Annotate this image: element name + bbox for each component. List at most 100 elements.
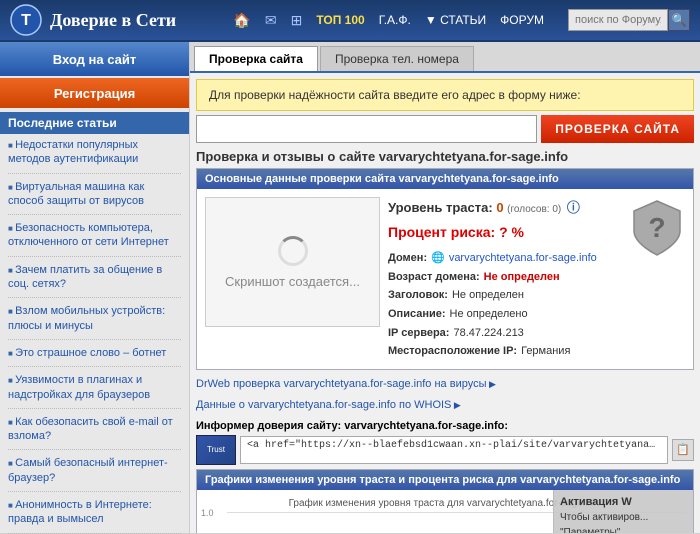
articles-link[interactable]: ▼ СТАТЬИ (425, 13, 486, 27)
percent-value: ? % (499, 224, 524, 240)
sidebar-article-link[interactable]: Как обезопасить свой e-mail от взлома? (8, 415, 181, 444)
trust-label: Уровень траста: (388, 200, 493, 215)
header-label: Заголовок: (388, 286, 448, 305)
nav-links: 🏠 ✉ ⊞ ТОП 100 Г.А.Ф. ▼ СТАТЬИ ФОРУМ 🔍 (233, 9, 690, 31)
graph-header: Графики изменения уровня траста и процен… (197, 470, 693, 490)
location-row: Месторасположение IP: Германия (388, 342, 622, 361)
sidebar-article-link[interactable]: Уязвимости в плагинах и надстройках для … (8, 373, 181, 402)
informer-code: <a href="https://xn--blaefebsd1cwaan.xn-… (240, 436, 668, 464)
main-data-box: Основные данные проверки сайта varvarych… (196, 168, 694, 370)
sidebar-article-item: Виртуальная машина как способ защиты от … (8, 180, 181, 216)
age-label: Возраст домена: (388, 268, 480, 287)
domain-row: Домен: 🌐 varvarychtetyana.for-sage.info (388, 249, 622, 268)
search-input[interactable] (568, 9, 668, 31)
activation-overlay: Активация W Чтобы активиров... "Параметр… (553, 490, 693, 533)
sidebar-article-item: Это страшное слово – ботнет (8, 346, 181, 367)
copy-icon[interactable]: 📋 (672, 439, 694, 461)
location-value: Германия (521, 342, 570, 361)
top100-link[interactable]: ТОП 100 (316, 13, 364, 27)
activation-text: Чтобы активиров... (560, 512, 687, 523)
header-value: Не определен (452, 286, 524, 305)
sidebar-article-link[interactable]: Взлом мобильных устройств: плюсы и минус… (8, 304, 181, 333)
tab-check-site[interactable]: Проверка сайта (194, 46, 318, 71)
trust-value: 0 (496, 200, 503, 215)
grid-icon[interactable]: ⊞ (291, 12, 303, 29)
sidebar-article-item: Недостатки популярных методов аутентифик… (8, 138, 181, 174)
graph-svg (227, 513, 527, 533)
links-section: DrWeb проверка varvarychtetyana.for-sage… (196, 374, 694, 416)
ip-value: 78.47.224.213 (453, 324, 523, 343)
sidebar-article-link[interactable]: Недостатки популярных методов аутентифик… (8, 138, 181, 167)
screenshot-area: Скриншот создается... (205, 197, 380, 327)
informer-box: Trust <a href="https://xn--blaefebsd1cwa… (196, 435, 694, 465)
data-box-header: Основные данные проверки сайта varvarych… (197, 169, 693, 189)
content-area: Проверка сайта Проверка тел. номера Для … (190, 42, 700, 533)
url-input[interactable] (196, 115, 537, 143)
sidebar-article-link[interactable]: Анонимность в Интернете: правда и вымысе… (8, 498, 181, 527)
search-button[interactable]: 🔍 (668, 9, 690, 31)
sidebar-article-link[interactable]: Самый безопасный интернет-браузер? (8, 456, 181, 485)
url-input-row: ПРОВЕРКА САЙТА (196, 115, 694, 143)
tabs: Проверка сайта Проверка тел. номера (190, 42, 700, 73)
desc-value: Не определено (450, 305, 528, 324)
info-panel: Уровень траста: 0 (голосов: 0) ⓘ Процент… (388, 197, 622, 361)
graph-section: Графики изменения уровня траста и процен… (196, 469, 694, 533)
age-value: Не определен (484, 268, 560, 287)
sidebar-article-item: Самый безопасный интернет-браузер? (8, 456, 181, 492)
sidebar-article-link[interactable]: Это страшное слово – ботнет (8, 346, 181, 360)
header: T Доверие в Сети 🏠 ✉ ⊞ ТОП 100 Г.А.Ф. ▼ … (0, 0, 700, 42)
mail-icon[interactable]: ✉ (265, 12, 277, 29)
logo-text: Доверие в Сети (50, 10, 176, 31)
sidebar-article-link[interactable]: Зачем платить за общение в соц. сетях? (8, 263, 181, 292)
informer-section: Информер доверия сайту: varvarychtetyana… (196, 420, 694, 465)
svg-text:T: T (21, 12, 31, 29)
whois-link[interactable]: Данные о varvarychtetyana.for-sage.info … (196, 399, 461, 411)
trust-level-row: Уровень траста: 0 (голосов: 0) ⓘ (388, 197, 622, 219)
activation-title: Активация W (560, 496, 687, 508)
sidebar-article-item: Как обезопасить свой e-mail от взлома? (8, 415, 181, 451)
faq-link[interactable]: Г.А.Ф. (379, 13, 411, 27)
age-row: Возраст домена: Не определен (388, 268, 622, 287)
info-icon[interactable]: ⓘ (567, 200, 580, 215)
trust-shield: ? (630, 197, 685, 257)
screenshot-text: Скриншот создается... (225, 274, 360, 289)
desc-row: Описание: Не определено (388, 305, 622, 324)
data-box-content: Скриншот создается... Уровень траста: 0 … (197, 189, 693, 369)
sidebar-article-item: Уязвимости в плагинах и надстройках для … (8, 373, 181, 409)
sidebar-recent-title: Последние статьи (0, 112, 189, 134)
logo-icon: T (10, 4, 42, 36)
search-box: 🔍 (568, 9, 690, 31)
register-button[interactable]: Регистрация (0, 78, 189, 108)
sidebar-article-item: Анонимность в Интернете: правда и вымысе… (8, 498, 181, 534)
header-row: Заголовок: Не определен (388, 286, 622, 305)
svg-text:?: ? (648, 212, 665, 243)
domain-icon: 🌐 (431, 249, 445, 268)
y-label-top: 1.0 (201, 508, 214, 518)
informer-title: Информер доверия сайту: varvarychtetyana… (196, 420, 694, 432)
results-title: Проверка и отзывы о сайте varvarychtetya… (196, 149, 694, 164)
informer-logo-text: Trust (207, 445, 225, 454)
intro-text: Для проверки надёжности сайта введите ег… (209, 88, 581, 102)
percent-row: Процент риска: ? % (388, 221, 622, 245)
percent-label: Процент риска: (388, 224, 495, 240)
login-button[interactable]: Вход на сайт (0, 42, 189, 76)
ip-row: IP сервера: 78.47.224.213 (388, 324, 622, 343)
tab-check-phone[interactable]: Проверка тел. номера (320, 46, 474, 71)
logo-area: T Доверие в Сети (10, 4, 233, 36)
main-layout: Вход на сайт Регистрация Последние стать… (0, 42, 700, 533)
virus-check-link[interactable]: DrWeb проверка varvarychtetyana.for-sage… (196, 378, 496, 390)
sidebar-article-link[interactable]: Безопасность компьютера, отключенного от… (8, 221, 181, 250)
home-icon[interactable]: 🏠 (233, 12, 250, 29)
sidebar: Вход на сайт Регистрация Последние стать… (0, 42, 190, 533)
loading-spinner (278, 236, 308, 266)
activation-link: "Параметры". (560, 527, 687, 533)
domain-label: Домен: (388, 249, 427, 268)
sidebar-article-item: Зачем платить за общение в соц. сетях? (8, 263, 181, 299)
forum-link[interactable]: ФОРУМ (500, 13, 544, 27)
desc-label: Описание: (388, 305, 446, 324)
check-site-button[interactable]: ПРОВЕРКА САЙТА (541, 115, 694, 143)
sidebar-article-item: Взлом мобильных устройств: плюсы и минус… (8, 304, 181, 340)
ip-label: IP сервера: (388, 324, 449, 343)
sidebar-article-link[interactable]: Виртуальная машина как способ защиты от … (8, 180, 181, 209)
sidebar-articles: Недостатки популярных методов аутентифик… (0, 138, 189, 534)
